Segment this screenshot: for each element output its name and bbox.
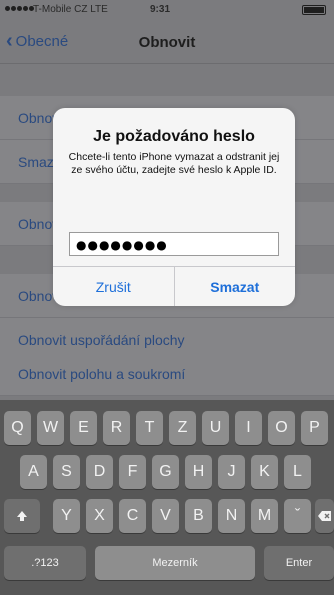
key-d[interactable]: D [86,455,113,489]
status-bar: T-Mobile CZ LTE 9:31 [0,0,334,20]
signal-strength-icon [5,6,34,11]
key-g[interactable]: G [152,455,179,489]
key-i[interactable]: I [235,411,262,445]
battery-icon [302,5,326,15]
key-r[interactable]: R [103,411,130,445]
key-o[interactable]: O [268,411,295,445]
carrier-label: T-Mobile CZ LTE [33,4,108,15]
key-m[interactable]: M [251,499,278,533]
key-e[interactable]: E [70,411,97,445]
key-caron[interactable]: ˇ [284,499,311,533]
list-item-label: Obnovit polohu a soukromí [18,366,186,382]
key-t[interactable]: T [136,411,163,445]
page-title: Obnovit [138,34,196,51]
key-l[interactable]: L [284,455,311,489]
key-b[interactable]: B [185,499,212,533]
key-a[interactable]: A [20,455,47,489]
password-alert-dialog: Je požadováno heslo Chcete-li tento iPho… [53,108,295,306]
key-n[interactable]: N [218,499,245,533]
alert-button-bar: Zrušit Smazat [53,266,295,306]
keyboard: Q W E R T Z U I O P A S D F G H J K L Y … [0,400,334,595]
key-k[interactable]: K [251,455,278,489]
delete-key[interactable] [315,499,334,533]
password-field[interactable]: ●●●●●●●● [69,232,279,256]
key-w[interactable]: W [37,411,64,445]
alert-title: Je požadováno heslo [93,128,255,145]
key-j[interactable]: J [218,455,245,489]
shift-key[interactable] [4,499,40,533]
key-c[interactable]: C [119,499,146,533]
key-h[interactable]: H [185,455,212,489]
key-y[interactable]: Y [53,499,80,533]
key-u[interactable]: U [202,411,229,445]
key-x[interactable]: X [86,499,113,533]
navigation-bar: ‹ Obecné Obnovit [0,20,334,64]
erase-button[interactable]: Smazat [173,267,296,306]
key-s[interactable]: S [53,455,80,489]
key-q[interactable]: Q [4,411,31,445]
key-z[interactable]: Z [169,411,196,445]
key-v[interactable]: V [152,499,179,533]
shift-icon [17,511,27,521]
enter-key[interactable]: Enter [264,546,334,580]
clock: 9:31 [150,4,171,15]
key-f[interactable]: F [119,455,146,489]
key-p[interactable]: P [301,411,328,445]
alert-message: Chcete-li tento iPhone vymazat a odstran… [68,151,280,176]
numbers-key[interactable]: .?123 [4,546,86,580]
list-item-label: Obnovit uspořádání plochy [18,332,185,348]
space-key[interactable]: Mezerník [95,546,255,580]
cancel-button[interactable]: Zrušit [53,267,174,306]
backspace-icon [317,511,331,521]
list-item-reset-location-privacy[interactable]: Obnovit polohu a soukromí [0,352,334,396]
